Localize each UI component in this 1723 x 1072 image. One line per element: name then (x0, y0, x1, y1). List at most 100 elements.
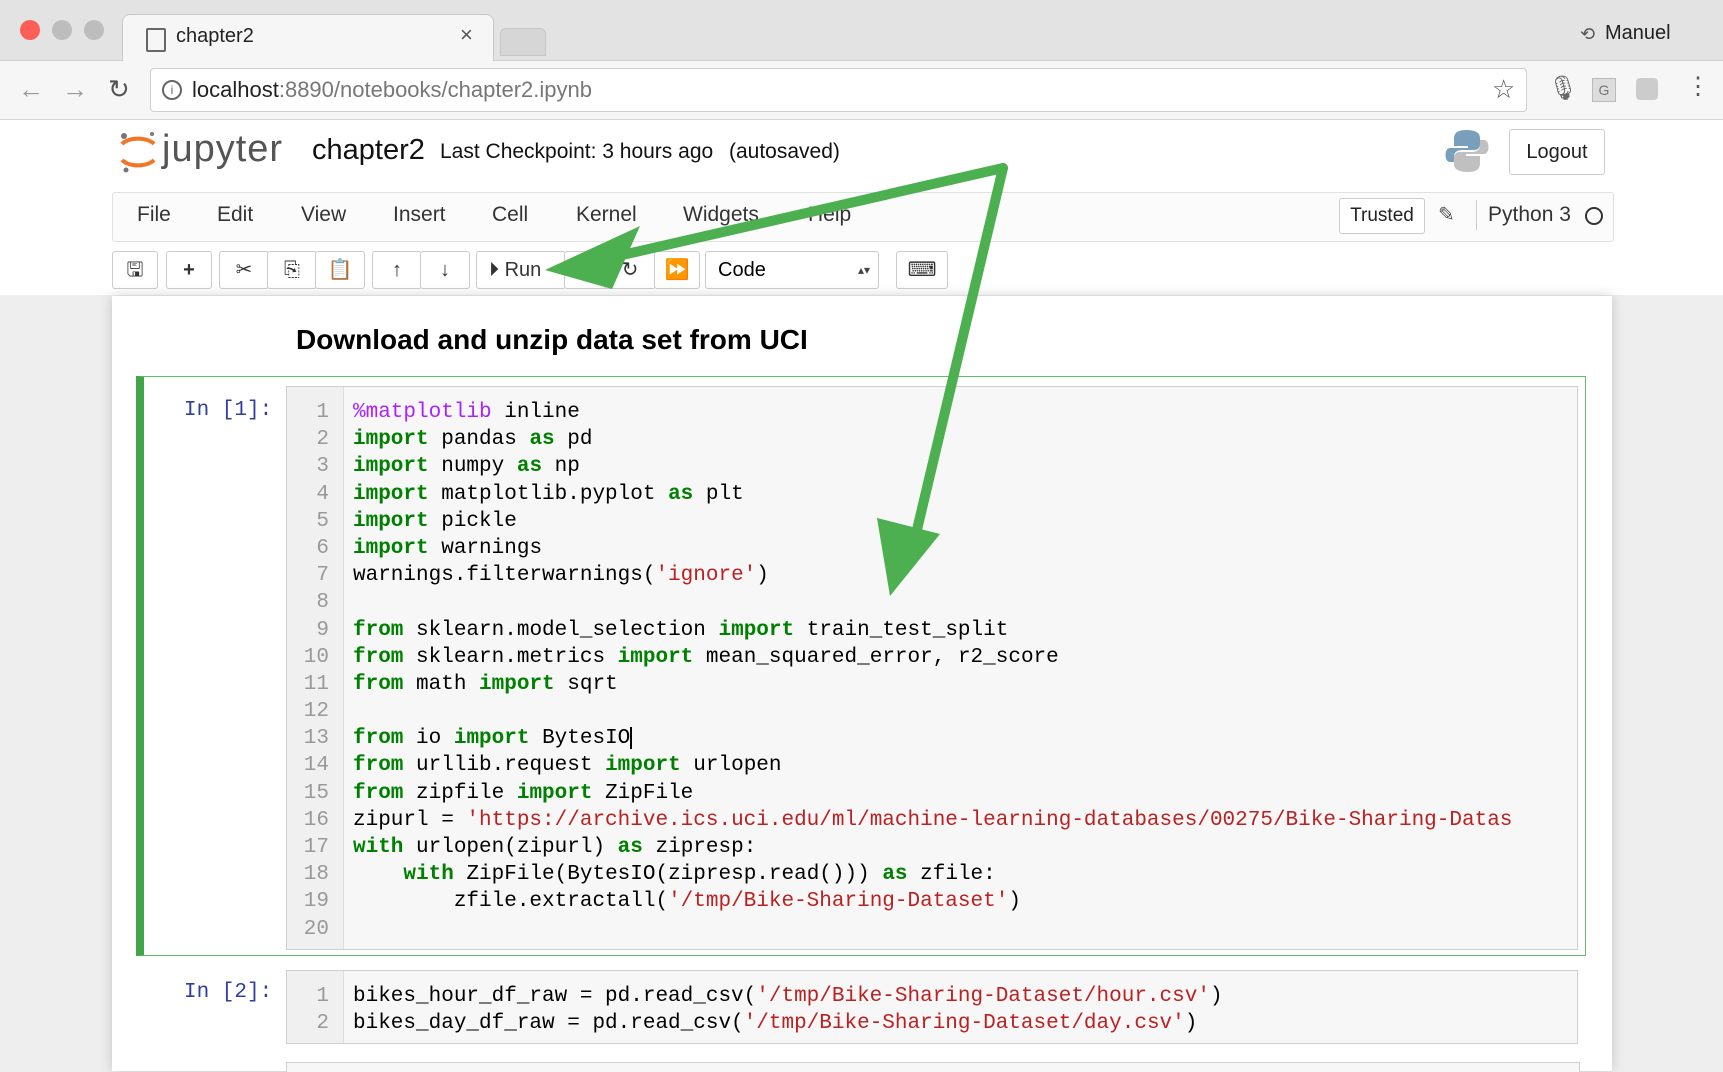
code-line[interactable]: 10 from sklearn.metrics import mean_squar… (287, 644, 1577, 671)
move-up-icon[interactable]: ↑ (372, 251, 422, 289)
new-tab-button[interactable] (500, 28, 546, 56)
tab-close-icon[interactable]: × (460, 22, 473, 48)
code-lines: 1 bikes_hour_df_raw = pd.read_csv('/tmp/B… (287, 983, 1577, 1037)
code-token: as (668, 482, 694, 506)
menu-insert[interactable]: Insert (393, 203, 446, 227)
menu-file[interactable]: File (137, 203, 171, 227)
code-editor[interactable]: 1 bikes_hour_df_raw = pd.read_csv('/tmp/B… (286, 970, 1578, 1044)
copy-icon[interactable]: ⎘ (267, 251, 317, 289)
edit-pencil-icon[interactable]: ✎ (1438, 202, 1455, 227)
forward-icon[interactable]: → (62, 74, 88, 105)
restart-icon[interactable]: ↻ (604, 251, 656, 289)
code-token: from (353, 754, 404, 778)
insert-cell-icon[interactable]: + (166, 251, 212, 289)
cell-type-select[interactable]: Code ▴▾ (705, 251, 879, 289)
code-line[interactable]: 9 from sklearn.model_selection import tra… (287, 617, 1577, 644)
code-line[interactable]: 11 from math import sqrt (287, 671, 1577, 698)
code-editor[interactable]: 1 %matplotlib inline 2 import pandas as pd 3… (286, 386, 1578, 950)
code-token: ) (1008, 890, 1021, 914)
jupyter-logo-text[interactable]: jupyter (162, 128, 283, 171)
paste-icon[interactable]: 📋 (315, 251, 365, 289)
text-cursor (630, 726, 633, 749)
kernel-status-icon (1585, 207, 1603, 225)
code-line[interactable]: 8 (287, 589, 1577, 616)
save-icon[interactable]: 🖫 (112, 251, 158, 289)
reload-icon[interactable]: ↻ (108, 74, 130, 105)
zoom-window-button[interactable] (84, 20, 104, 40)
code-token: as (529, 428, 555, 452)
menu-widgets[interactable]: Widgets (683, 203, 759, 227)
line-number: 3 (316, 455, 329, 479)
code-line[interactable]: 1 bikes_hour_df_raw = pd.read_csv('/tmp/B… (287, 983, 1577, 1010)
code-line[interactable]: 17 with urlopen(zipurl) as zipresp: (287, 834, 1577, 861)
code-line[interactable]: 15 from zipfile import ZipFile (287, 780, 1577, 807)
notebook-name[interactable]: chapter2 (312, 134, 425, 167)
cut-icon[interactable]: ✂ (219, 251, 269, 289)
code-token: zfile.extractall( (353, 890, 669, 914)
url-path: :8890/notebooks/chapter2.ipynb (278, 77, 592, 102)
kernel-name[interactable]: Python 3 (1488, 203, 1571, 227)
code-line[interactable]: 6 import warnings (287, 535, 1577, 562)
browser-menu-icon[interactable]: ⋮ (1686, 72, 1710, 101)
cell-prompt: In [2]: (184, 981, 273, 1004)
code-token: %matplotlib (353, 401, 492, 424)
menu-edit[interactable]: Edit (217, 203, 253, 227)
minimize-window-button[interactable] (52, 20, 72, 40)
code-token: warnings (428, 536, 543, 560)
code-line[interactable]: 12 (287, 698, 1577, 725)
line-number: 1 (316, 401, 329, 424)
menu-cell[interactable]: Cell (492, 203, 528, 227)
kernel-divider (1476, 200, 1477, 230)
profile-name[interactable]: Manuel (1605, 22, 1671, 45)
run-button[interactable]: ⏵ Run (476, 251, 566, 289)
line-number: 18 (303, 863, 329, 887)
code-token: from (353, 727, 404, 751)
code-line[interactable]: 4 import matplotlib.pyplot as plt (287, 481, 1577, 508)
code-line[interactable]: 18 with ZipFile(BytesIO(zipresp.read()))… (287, 861, 1577, 888)
menu-view[interactable]: View (301, 203, 346, 227)
microphone-icon[interactable]: 🎙 (1548, 74, 1578, 103)
code-token: BytesIO (529, 727, 631, 751)
code-token: matplotlib.pyplot (428, 482, 669, 506)
site-info-icon[interactable]: i (162, 80, 182, 100)
line-number: 2 (316, 428, 329, 452)
code-line[interactable]: 13 from io import BytesIO (287, 725, 1577, 752)
trusted-indicator[interactable]: Trusted (1339, 198, 1425, 234)
cell-type-value: Code (718, 259, 766, 281)
keyboard-icon[interactable]: ⌨ (896, 251, 948, 289)
code-line[interactable]: 16 zipurl = 'https://archive.ics.uci.edu/… (287, 807, 1577, 834)
code-line[interactable]: 14 from urllib.request import urlopen (287, 752, 1577, 779)
code-line[interactable]: 19 zfile.extractall('/tmp/Bike-Sharing-D… (287, 888, 1577, 915)
code-line[interactable]: 3 import numpy as np (287, 453, 1577, 480)
code-token: zfile: (907, 863, 996, 887)
code-token: with (403, 863, 454, 887)
bookmark-star-icon[interactable]: ☆ (1492, 74, 1515, 105)
back-icon[interactable]: ← (18, 74, 44, 105)
line-number: 19 (303, 890, 329, 914)
code-line[interactable]: 7 warnings.filterwarnings('ignore') (287, 562, 1577, 589)
code-token: ) (1184, 1012, 1198, 1036)
move-down-icon[interactable]: ↓ (420, 251, 470, 289)
extension-icon[interactable] (1636, 78, 1658, 100)
line-number: 10 (303, 645, 329, 669)
code-line[interactable]: 2 bikes_day_df_raw = pd.read_csv('/tmp/Bi… (287, 1010, 1577, 1037)
code-line[interactable]: 1 %matplotlib inline (287, 399, 1577, 426)
code-line[interactable]: 2 import pandas as pd (287, 426, 1577, 453)
menu-help[interactable]: Help (808, 203, 851, 227)
markdown-heading[interactable]: Download and unzip data set from UCI (296, 324, 808, 356)
extension-g-icon[interactable]: G (1592, 78, 1616, 102)
close-window-button[interactable] (20, 20, 40, 40)
code-token: import (353, 455, 429, 479)
code-token: with (353, 836, 404, 859)
logout-button[interactable]: Logout (1509, 129, 1605, 175)
code-line[interactable]: 20 (287, 916, 1577, 943)
code-token: '/tmp/Bike-Sharing-Dataset/hour.csv' (756, 985, 1210, 1008)
code-line[interactable]: 5 import pickle (287, 508, 1577, 535)
restart-run-all-icon[interactable]: ⏩ (654, 251, 700, 289)
run-icon: ⏵ (489, 259, 499, 281)
code-token: '/tmp/Bike-Sharing-Dataset' (668, 890, 1009, 914)
code-token: sklearn.metrics (403, 645, 618, 669)
menu-kernel[interactable]: Kernel (576, 203, 637, 227)
code-token: from (353, 672, 404, 696)
